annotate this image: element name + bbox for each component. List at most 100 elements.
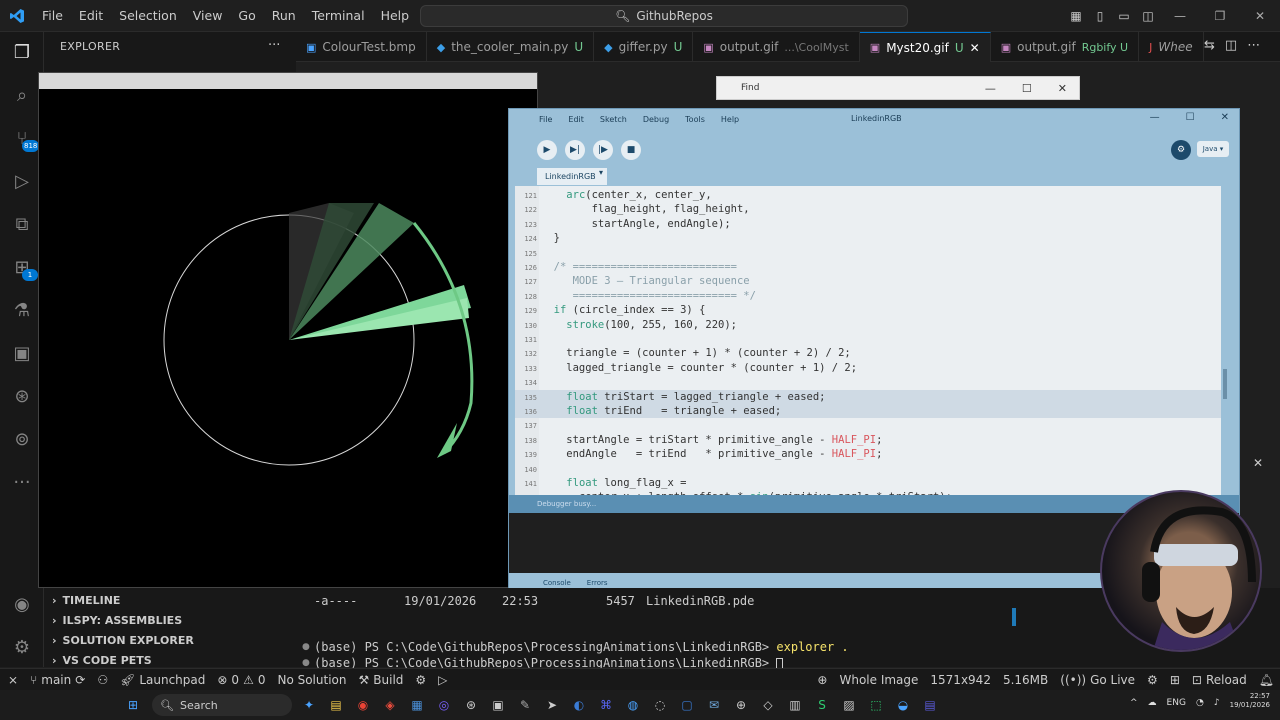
editor-tab[interactable]: ▣ output.gif ...\CoolMyst — [693, 32, 860, 62]
wifi-icon[interactable]: ◔ — [1196, 698, 1204, 708]
taskbar-app-icon[interactable]: ⊛ — [458, 692, 484, 718]
solution-indicator[interactable]: No Solution — [271, 669, 352, 691]
stop-button[interactable]: ■ — [621, 140, 641, 160]
taskbar-app-icon[interactable]: ▣ — [485, 692, 511, 718]
problems-indicator[interactable]: ⊗ 0 ⚠ 0 — [211, 669, 271, 691]
settings-gear-icon[interactable]: ⚙ — [409, 669, 432, 691]
pde-sketch-tab[interactable]: LinkedinRGB — [537, 168, 607, 185]
explorer-more-button[interactable]: ··· — [268, 38, 280, 53]
copilot-icon[interactable]: ⚇ — [91, 669, 114, 691]
close-window-button[interactable]: ✕ — [1240, 0, 1280, 32]
taskbar-app-icon[interactable]: ◇ — [755, 692, 781, 718]
pde-menu-tools[interactable]: Tools — [685, 115, 705, 124]
pde-menu-sketch[interactable]: Sketch — [600, 115, 627, 124]
find-minimize-button[interactable]: — — [985, 82, 996, 95]
restore-button[interactable]: ❐ — [1200, 0, 1240, 32]
toggle-sidebar-icon[interactable]: ▯ — [1088, 0, 1112, 32]
step-button[interactable]: ▶| — [565, 140, 585, 160]
tab-close-icon[interactable]: ✕ — [970, 41, 980, 55]
tree-icon[interactable]: ⊞ — [1164, 669, 1186, 691]
pde-maximize-button[interactable]: ☐ — [1186, 112, 1195, 123]
code-editor[interactable]: 121 arc(center_x, center_y, 122 flag_heig… — [515, 186, 1221, 497]
compare-icon[interactable]: ⇆ — [1204, 38, 1215, 53]
volume-icon[interactable]: ♪ — [1214, 698, 1220, 708]
go-live-indicator[interactable]: ((•)) Go Live — [1054, 669, 1141, 691]
toggle-secondary-sidebar-icon[interactable]: ◫ — [1136, 0, 1160, 32]
editor-tab[interactable]: ▣ Myst20.gif U ✕ — [859, 32, 991, 62]
taskbar-app-icon[interactable]: ◍ — [620, 692, 646, 718]
zoom-icon[interactable]: ⊕ — [811, 669, 833, 691]
split-editor-icon[interactable]: ◫ — [1225, 38, 1237, 53]
start-windows-icon[interactable]: ⊞ — [120, 692, 146, 718]
find-close-button[interactable]: ✕ — [1058, 82, 1067, 95]
taskbar-app-icon[interactable]: ▥ — [782, 692, 808, 718]
taskbar-app-icon[interactable]: ◉ — [350, 692, 376, 718]
toggle-panel-icon[interactable]: ▭ — [1112, 0, 1136, 32]
taskbar-app-icon[interactable]: ➤ — [539, 692, 565, 718]
tray-cloud-icon[interactable]: ☁ — [1148, 698, 1157, 708]
build-indicator[interactable]: ⚒ Build — [353, 669, 410, 691]
manage-gear-icon[interactable]: ⚙ — [0, 627, 44, 667]
sidebar-section-0[interactable]: › TIMELINE — [44, 590, 296, 610]
sidebar-section-2[interactable]: › SOLUTION EXPLORER — [44, 630, 296, 650]
taskbar-app-icon[interactable]: ◈ — [377, 692, 403, 718]
pde-menu-file[interactable]: File — [539, 115, 552, 124]
taskbar-app-icon[interactable]: ⌘ — [593, 692, 619, 718]
taskbar-app-icon[interactable]: ⬚ — [863, 692, 889, 718]
terminal-line-1[interactable]: (base) PS C:\Code\GithubRepos\Processing… — [314, 640, 849, 654]
taskbar-app-icon[interactable]: ◌ — [647, 692, 673, 718]
menu-help[interactable]: Help — [373, 0, 418, 32]
taskbar-app-icon[interactable]: ✦ — [296, 692, 322, 718]
whole-image-indicator[interactable]: Whole Image — [833, 669, 924, 691]
debugger-icon[interactable]: ⚙ — [1171, 140, 1191, 160]
sketch-output-window[interactable] — [38, 72, 538, 588]
menu-selection[interactable]: Selection — [111, 0, 185, 32]
tray-chevron-icon[interactable]: ^ — [1130, 698, 1138, 708]
reload-indicator[interactable]: ⊡ Reload — [1186, 669, 1253, 691]
taskbar-app-icon[interactable]: ▦ — [404, 692, 430, 718]
editor-tab[interactable]: ◆ the_cooler_main.py U — [427, 32, 595, 62]
taskbar-app-icon[interactable]: ◐ — [566, 692, 592, 718]
pde-close-button[interactable]: ✕ — [1221, 112, 1229, 123]
tray-lang[interactable]: ENG — [1167, 698, 1186, 708]
menu-view[interactable]: View — [185, 0, 231, 32]
console-tab-console[interactable]: Console — [543, 579, 571, 587]
explorer-files-icon[interactable]: ❐ — [0, 32, 44, 72]
menu-run[interactable]: Run — [264, 0, 304, 32]
panel-close-icon[interactable]: ✕ — [1253, 456, 1263, 470]
taskbar-app-icon[interactable]: ✎ — [512, 692, 538, 718]
taskbar-app-icon[interactable]: ▢ — [674, 692, 700, 718]
launchpad-indicator[interactable]: 🚀︎ Launchpad — [114, 669, 211, 691]
run-triangle-icon[interactable]: ▷ — [432, 669, 453, 691]
run-button[interactable]: ▶ — [537, 140, 557, 160]
remote-indicator[interactable]: ⨯ — [0, 669, 24, 691]
menu-file[interactable]: File — [34, 0, 71, 32]
notifications-bell-icon[interactable]: 🔔︎ — [1253, 669, 1280, 691]
more-actions-icon[interactable]: ⋯ — [1247, 38, 1260, 53]
customize-layout-icon[interactable]: ▦ — [1064, 0, 1088, 32]
pde-menu-edit[interactable]: Edit — [568, 115, 584, 124]
pde-menu-debug[interactable]: Debug — [643, 115, 669, 124]
branch-indicator[interactable]: ⑂ main ⟳ — [24, 669, 91, 691]
console-tab-errors[interactable]: Errors — [587, 579, 608, 587]
sidebar-section-1[interactable]: › ILSPY: ASSEMBLIES — [44, 610, 296, 630]
pde-menu-help[interactable]: Help — [721, 115, 739, 124]
pde-tab-menu-icon[interactable]: ▾ — [599, 168, 611, 185]
menu-go[interactable]: Go — [230, 0, 263, 32]
extensions-status-icon[interactable]: ⚙ — [1141, 669, 1164, 691]
editor-tab[interactable]: ▣ output.gif Rgbify U — [991, 32, 1140, 62]
mode-selector[interactable]: Java ▾ — [1197, 141, 1229, 157]
find-maximize-button[interactable]: ☐ — [1022, 82, 1032, 95]
editor-tab[interactable]: ◆ giffer.py U — [594, 32, 694, 62]
taskbar-app-icon[interactable]: ◒ — [890, 692, 916, 718]
taskbar-app-icon[interactable]: ▤ — [323, 692, 349, 718]
editor-tab[interactable]: ▣ ColourTest.bmp — [296, 32, 427, 62]
taskbar-clock[interactable]: 22:57 19/01/2026 — [1230, 692, 1270, 710]
code-scrollbar[interactable] — [1223, 369, 1227, 399]
taskbar-app-icon[interactable]: ▤ — [917, 692, 943, 718]
pde-minimize-button[interactable]: — — [1150, 112, 1160, 123]
menu-edit[interactable]: Edit — [71, 0, 111, 32]
menu-terminal[interactable]: Terminal — [304, 0, 373, 32]
taskbar-app-icon[interactable]: ⊕ — [728, 692, 754, 718]
minimize-button[interactable]: — — [1160, 0, 1200, 32]
